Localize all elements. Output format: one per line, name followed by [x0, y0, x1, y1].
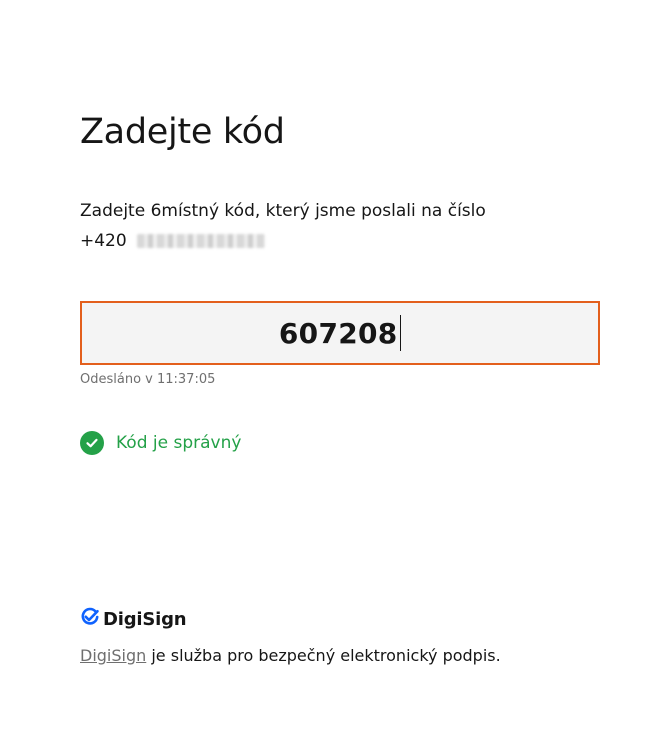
- masked-phone-digits: [136, 234, 265, 248]
- page: Zadejte kód Zadejte 6místný kód, který j…: [0, 0, 663, 754]
- instructions: Zadejte 6místný kód, který jsme poslali …: [80, 196, 540, 256]
- status-text: Kód je správný: [116, 433, 242, 453]
- brand-logo: DigiSign: [80, 607, 187, 632]
- phone-prefix: +420: [80, 231, 127, 251]
- check-circle-icon: [80, 431, 104, 455]
- status-message: Kód je správný: [80, 431, 241, 455]
- page-title: Zadejte kód: [80, 112, 285, 152]
- verification-code-input[interactable]: 607208: [80, 301, 600, 365]
- text-caret: [399, 315, 402, 351]
- code-value[interactable]: 607208: [279, 317, 398, 350]
- brand-name: DigiSign: [103, 609, 187, 630]
- sent-time: Odesláno v 11:37:05: [80, 372, 216, 387]
- footer-description: je služba pro bezpečný elektronický podp…: [146, 646, 501, 665]
- digisign-check-icon: [80, 607, 100, 632]
- footer-text: DigiSign je služba pro bezpečný elektron…: [80, 646, 501, 665]
- phone-number: +420: [80, 226, 540, 256]
- instructions-text: Zadejte 6místný kód, který jsme poslali …: [80, 201, 486, 221]
- digisign-link[interactable]: DigiSign: [80, 646, 146, 665]
